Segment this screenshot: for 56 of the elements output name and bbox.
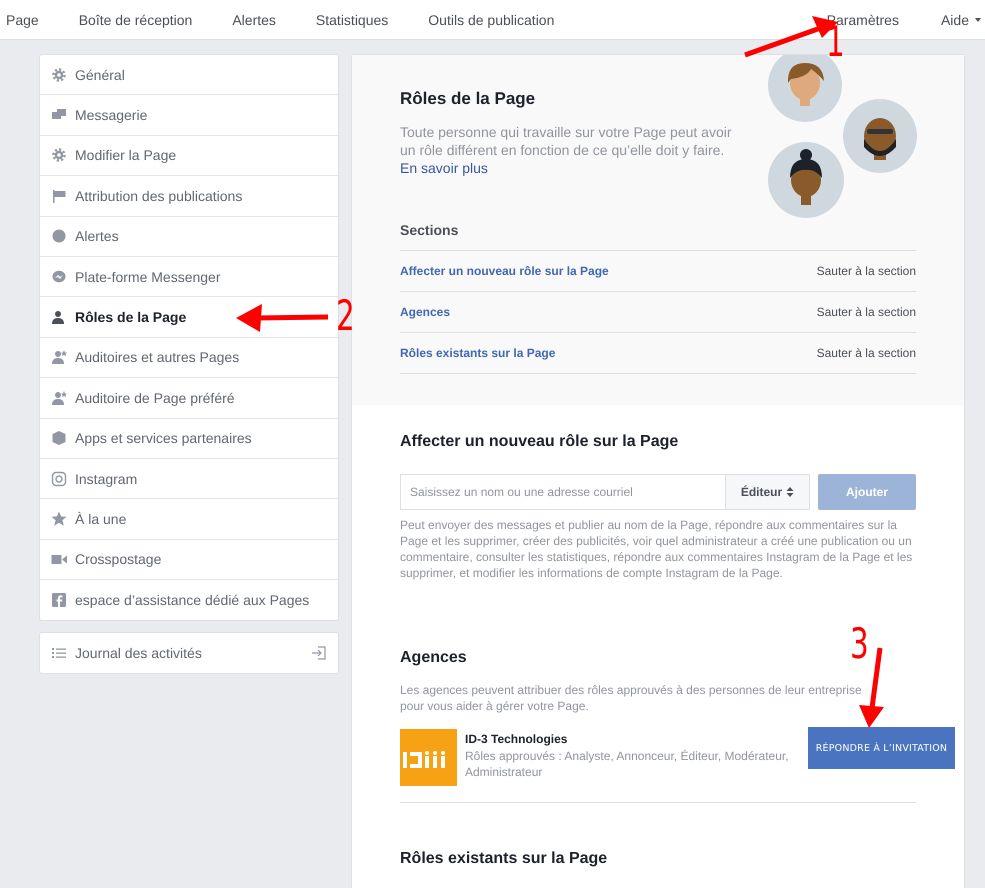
jump-link[interactable]: Sauter à la section xyxy=(816,305,916,319)
person-star-icon xyxy=(51,390,67,406)
section-link[interactable]: Affecter un nouveau rôle sur la Page xyxy=(400,264,609,278)
star-icon xyxy=(51,510,67,527)
sidebar-item[interactable]: Général xyxy=(40,55,338,96)
person-star-icon xyxy=(51,349,67,366)
learn-more-link[interactable]: En savoir plus xyxy=(400,159,750,177)
sidebar-item[interactable]: Apps et services partenaires xyxy=(40,418,338,459)
section-title: Affecter un nouveau rôle sur la Page xyxy=(400,433,680,451)
respond-button[interactable]: RÉPONDRE À L’INVITATION xyxy=(808,727,955,769)
sidebar-item[interactable]: Attribution des publications xyxy=(40,176,338,217)
sidebar-item[interactable]: Instagram xyxy=(40,458,338,500)
section-link[interactable]: Rôles existants sur la Page xyxy=(400,346,556,360)
nav-link[interactable]: Page xyxy=(6,12,39,28)
agency-roles: Rôles approuvés : Analyste, Annonceur, Éditeur, Modérateur, Administrateur xyxy=(465,748,790,780)
sections-heading: Sections xyxy=(400,222,460,238)
intro-text: Toute personne qui travaille sur votre Page peut avoir un rôle différent en fonction de ce qu’elle doit y faire. xyxy=(400,123,733,159)
nav-link[interactable]: Outils de publication xyxy=(428,12,554,28)
person-icon xyxy=(51,309,67,326)
nav-link[interactable]: Alertes xyxy=(232,12,276,28)
cube-icon xyxy=(51,430,67,446)
sidebar-item[interactable]: espace d’assistance dédié aux Pages xyxy=(40,580,338,620)
sidebar-item[interactable]: Modifier la Page xyxy=(40,136,338,176)
sign-in-icon xyxy=(311,645,327,662)
sidebar-item[interactable]: Auditoires et autres Pages xyxy=(40,338,338,378)
sort-caret-icon xyxy=(786,487,794,497)
page-title: Rôles de la Page xyxy=(400,89,536,109)
section-link[interactable]: Agences xyxy=(400,305,450,319)
flag-icon xyxy=(51,188,67,204)
gear-icon xyxy=(51,147,67,164)
jump-link[interactable]: Sauter à la section xyxy=(816,346,916,360)
nav-link[interactable]: Aide xyxy=(940,12,981,28)
role-dropdown[interactable]: Éditeur xyxy=(725,474,810,510)
sidebar-item[interactable]: Crosspostage xyxy=(40,540,338,580)
sidebar-item[interactable]: Journal des activités xyxy=(39,632,339,674)
facebook-icon xyxy=(51,592,67,608)
annotation-number: 2 xyxy=(336,294,355,338)
sidebar-item[interactable]: Auditoire de Page préféré xyxy=(40,378,338,419)
agency-logo xyxy=(400,729,457,786)
agency-name: ID-3 Technologies xyxy=(465,732,568,746)
nav-link[interactable]: Statistiques xyxy=(316,12,388,28)
sidebar-item[interactable]: Messagerie xyxy=(40,95,338,136)
sidebar-item[interactable]: À la une xyxy=(40,499,338,540)
section-title: Agences xyxy=(400,649,468,667)
sidebar-item[interactable]: Alertes xyxy=(40,216,338,257)
role-description: Peut envoyer des messages et publier au nom de la Page, répondre aux commentaires sur la Page et les supprimer, créer des publicités, voir quel administrateur a créé une publication ou un commentaire, consulter les statistiques, répondre aux commentaires Instagram de la Page et les supprimer, et modifier les informations de compte Instagram de la Page. xyxy=(400,517,914,581)
name-input-field[interactable]: Saisissez un nom ou une adresse courriel xyxy=(400,474,725,510)
instagram-icon xyxy=(51,470,67,487)
nav-link[interactable]: Boîte de réception xyxy=(78,12,192,28)
gear-icon xyxy=(51,66,67,83)
sidebar-item[interactable]: Plate-forme Messenger xyxy=(40,256,338,298)
messenger-icon xyxy=(51,268,67,285)
section-title: Rôles existants sur la Page xyxy=(400,850,608,868)
jump-link[interactable]: Sauter à la section xyxy=(816,264,916,278)
agencies-description: Les agences peuvent attribuer des rôles approuvés à des personnes de leur entreprise pour vous aider à gérer votre Page. xyxy=(400,682,863,714)
annotation-number: 3 xyxy=(850,622,869,666)
